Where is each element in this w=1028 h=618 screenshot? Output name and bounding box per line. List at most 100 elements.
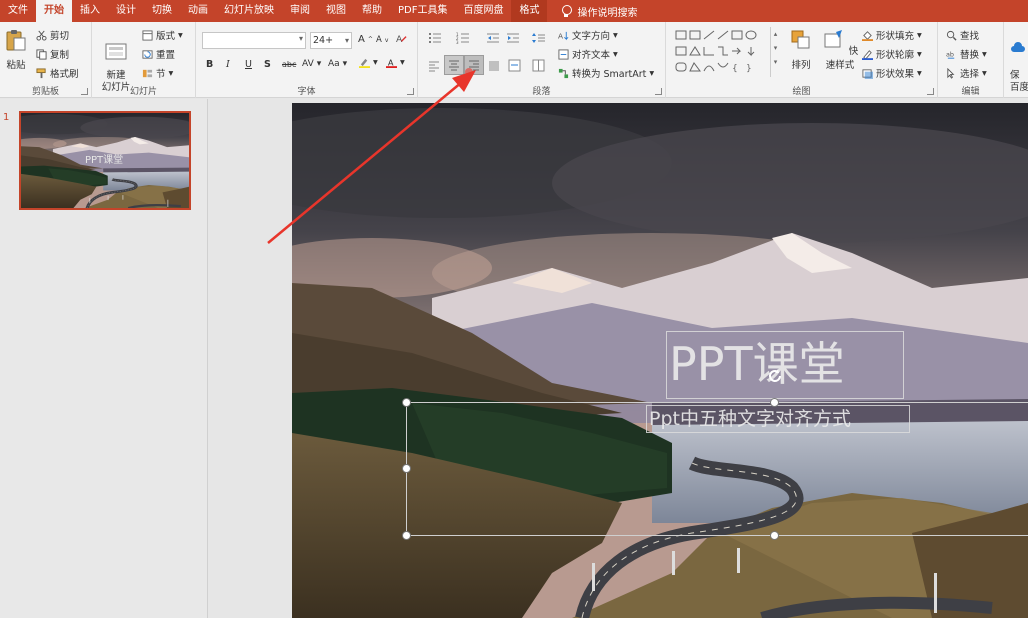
tab-insert[interactable]: 插入 (72, 0, 108, 22)
layout-button[interactable]: 版式 ▾ (142, 28, 183, 42)
clipboard-launcher-icon[interactable] (81, 88, 88, 95)
tab-transitions[interactable]: 切换 (144, 0, 180, 22)
grow-font-label: A (358, 34, 365, 45)
italic-label: I (226, 59, 230, 70)
font-name-dropdown-icon[interactable]: ▾ (299, 34, 303, 43)
rotate-handle-icon[interactable] (766, 367, 784, 385)
align-text-button[interactable]: 对齐文本 ▾ (558, 47, 618, 61)
shape-outline-button[interactable]: 形状轮廓 ▾ (862, 47, 922, 61)
resize-handle-left[interactable] (402, 464, 411, 473)
columns-icon[interactable] (532, 59, 545, 72)
tab-baidu-netdisk[interactable]: 百度网盘 (455, 0, 511, 22)
tab-file[interactable]: 文件 (0, 0, 36, 22)
slide-canvas[interactable]: PPT课堂 Ppt中五种文字对齐方式 (292, 103, 1028, 618)
landscape-photo (292, 103, 1028, 618)
paragraph-launcher-icon[interactable] (655, 88, 662, 95)
find-label: 查找 (960, 31, 980, 42)
slide-number: 1 (3, 112, 10, 123)
align-right-icon (469, 60, 479, 71)
change-case-button[interactable]: Aa ▾ (328, 59, 347, 69)
highlight-button[interactable]: ▾ (359, 57, 378, 68)
font-name-combobox[interactable]: ▾ (202, 32, 306, 49)
resize-handle-top[interactable] (770, 398, 779, 407)
tab-pdf-tools[interactable]: PDF工具集 (390, 0, 455, 22)
quick-styles-button[interactable]: 快速样式 (820, 28, 860, 71)
format-painter-button[interactable]: 格式刷 (36, 66, 79, 80)
tell-me-search[interactable]: 操作说明搜索 (547, 0, 637, 22)
copy-button[interactable]: 复制 (36, 47, 69, 61)
tab-animations[interactable]: 动画 (180, 0, 216, 22)
text-direction-button[interactable]: A 文字方向 ▾ (558, 28, 618, 43)
decrease-indent-icon[interactable] (486, 32, 500, 44)
bullets-icon[interactable] (428, 32, 442, 44)
tab-help[interactable]: 帮助 (354, 0, 390, 22)
format-painter-label: 格式刷 (50, 69, 79, 80)
smartart-icon (558, 68, 569, 78)
cut-button[interactable]: 剪切 (36, 28, 69, 42)
shapes-gallery[interactable]: { } (674, 28, 774, 76)
distributed-icon[interactable] (508, 59, 521, 72)
line-spacing-icon[interactable] (532, 32, 546, 44)
shape-effects-label: 形状效果 (876, 69, 915, 80)
paste-button[interactable]: 粘贴 (3, 28, 29, 71)
shrink-font-button[interactable]: Av (376, 35, 388, 45)
tab-view[interactable]: 视图 (318, 0, 354, 22)
text-shadow-button[interactable]: S (264, 59, 271, 70)
find-button[interactable]: 查找 (946, 28, 979, 42)
shape-outline-dropdown-icon: ▾ (917, 48, 922, 60)
tab-slideshow[interactable]: 幻灯片放映 (216, 0, 282, 22)
tab-format[interactable]: 格式 (511, 0, 548, 22)
section-button[interactable]: 节 ▾ (142, 66, 173, 80)
grow-font-button[interactable]: A ^ (358, 34, 373, 45)
bold-button[interactable]: B (206, 59, 213, 70)
align-center-button[interactable] (444, 55, 464, 75)
grow-font-caret-icon: ^ (367, 36, 373, 43)
replace-button[interactable]: ab 替换 ▾ (946, 47, 987, 62)
copy-icon (36, 48, 47, 60)
ribbon: 粘贴 剪切 复制 格式刷 剪贴板 新建 幻灯片 版式 ▾ 重置 节 ▾ 幻灯片 … (0, 22, 1028, 98)
shapes-scroll[interactable]: ▴ ▾ ▾ (770, 27, 780, 77)
font-color-button[interactable]: A ▾ (386, 57, 405, 68)
paste-label: 粘贴 (6, 60, 26, 71)
italic-button[interactable]: I (226, 59, 230, 70)
save-to-baidu-button[interactable]: 保 百度 (1010, 28, 1028, 94)
font-launcher-icon[interactable] (407, 88, 414, 95)
align-left-icon[interactable] (428, 60, 440, 72)
shrink-font-label: A (376, 35, 382, 45)
underline-button[interactable]: U (245, 59, 252, 70)
drawing-launcher-icon[interactable] (927, 88, 934, 95)
group-label-clipboard: 剪贴板 (31, 87, 59, 97)
tab-home[interactable]: 开始 (36, 0, 72, 22)
svg-text:A: A (396, 34, 403, 44)
align-right-button[interactable] (464, 55, 484, 75)
clear-formatting-button[interactable]: A (396, 33, 407, 44)
shape-fill-button[interactable]: 形状填充 ▾ (862, 28, 922, 42)
replace-label: 替换 (960, 50, 980, 61)
arrange-button[interactable]: 排列 (786, 28, 816, 71)
font-size-dropdown-icon[interactable]: ▾ (345, 33, 349, 48)
shape-effects-button[interactable]: 形状效果 ▾ (862, 66, 922, 80)
numbering-icon[interactable]: 123 (456, 32, 470, 44)
font-size-combobox[interactable]: 24+ ▾ (310, 32, 352, 49)
tab-review[interactable]: 审阅 (282, 0, 318, 22)
character-spacing-button[interactable]: AV ▾ (302, 59, 321, 69)
slide-title-textbox[interactable]: PPT课堂 (666, 331, 904, 399)
select-button[interactable]: 选择 ▾ (946, 66, 987, 80)
shape-outline-label: 形状轮廓 (876, 50, 915, 61)
strikethrough-button[interactable]: abc (282, 60, 296, 69)
group-paragraph: 123 A 文字方向 ▾ 对齐文本 ▾ 转换为 SmartArt ▾ 段落 (418, 22, 666, 98)
save-to-baidu-label: 保 百度 (1010, 70, 1028, 93)
tab-design[interactable]: 设计 (108, 0, 144, 22)
justify-icon[interactable] (488, 60, 500, 72)
section-label: 节 (156, 69, 166, 80)
convert-smartart-button[interactable]: 转换为 SmartArt ▾ (558, 66, 654, 80)
layout-label: 版式 (156, 31, 176, 42)
resize-handle-bottom[interactable] (770, 531, 779, 540)
resize-handle-top-left[interactable] (402, 398, 411, 407)
slide-thumbnail[interactable]: PPT课堂 (19, 111, 191, 210)
increase-indent-icon[interactable] (506, 32, 520, 44)
selection-frame[interactable] (406, 402, 1028, 536)
thumbnail-title: PPT课堂 (85, 155, 124, 166)
resize-handle-bottom-left[interactable] (402, 531, 411, 540)
reset-button[interactable]: 重置 (142, 47, 175, 61)
